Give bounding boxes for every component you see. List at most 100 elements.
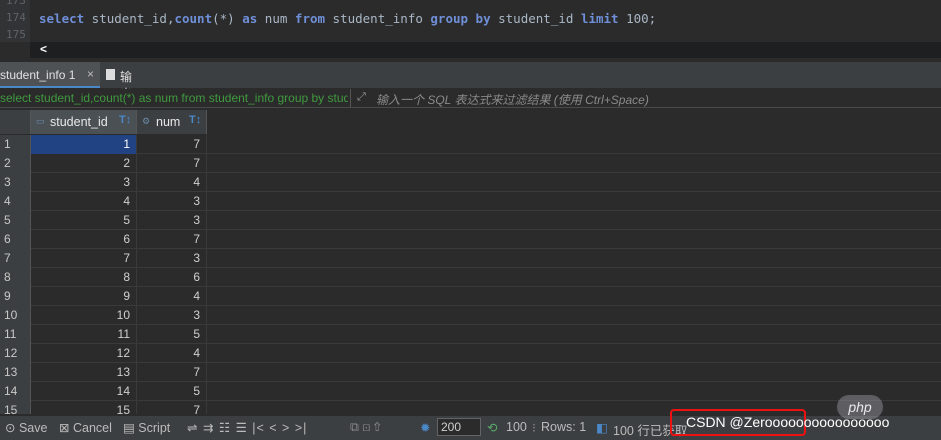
line-number: 175 [6, 28, 26, 41]
column-label: student_id [50, 115, 108, 129]
table-row[interactable]: 443 [0, 192, 941, 211]
row-number-header [0, 110, 31, 134]
row-number[interactable]: 3 [0, 173, 31, 192]
cell-student-id[interactable]: 7 [31, 249, 137, 268]
row-number[interactable]: 8 [0, 268, 31, 287]
cell-student-id[interactable]: 4 [31, 192, 137, 211]
cell-num[interactable]: 7 [137, 135, 207, 154]
table-row[interactable]: 886 [0, 268, 941, 287]
row-number[interactable]: 1 [0, 135, 31, 154]
cell-num[interactable]: 7 [137, 401, 207, 414]
cell-num[interactable]: 3 [137, 306, 207, 325]
divider: ⁝ [532, 421, 536, 435]
refresh-icon[interactable]: ⟲ [487, 420, 497, 435]
expand-icon[interactable]: ⤢ [357, 91, 366, 104]
row-number[interactable]: 12 [0, 344, 31, 363]
script-button[interactable]: ▤ Script [123, 420, 170, 435]
cell-student-id[interactable]: 6 [31, 230, 137, 249]
table-row[interactable]: 13 13 7 [0, 363, 941, 382]
cell-student-id[interactable]: 11 [31, 325, 137, 344]
horizontal-scrollbar[interactable]: < [30, 42, 941, 58]
row-number[interactable]: 11 [0, 325, 31, 344]
cell-num[interactable]: 3 [137, 249, 207, 268]
sort-icon[interactable]: T↕ [189, 114, 201, 126]
cancel-button[interactable]: ⊠ Cancel [59, 420, 112, 435]
divider [350, 89, 351, 107]
table-row[interactable]: 227 [0, 154, 941, 173]
cell-num[interactable]: 5 [137, 382, 207, 401]
line-number-gutter: 173 174 175 [0, 0, 30, 42]
table-row[interactable]: 994 [0, 287, 941, 306]
tab-student-info-1[interactable]: student_info 1 × [0, 62, 100, 88]
row-number[interactable]: 9 [0, 287, 31, 306]
table-row[interactable]: 12 12 4 [0, 344, 941, 363]
cell-student-id[interactable]: 9 [31, 287, 137, 306]
query-text: select student_id,count(*) as num from s… [0, 91, 348, 105]
scroll-left-button[interactable]: < [40, 42, 47, 56]
cell-student-id[interactable]: 12 [31, 344, 137, 363]
cell-student-id[interactable]: 5 [31, 211, 137, 230]
row-number[interactable]: 10 [0, 306, 31, 325]
cell-student-id[interactable]: 15 [31, 401, 137, 414]
column-header-student-id[interactable]: ▭ student_id T↕ [31, 110, 137, 134]
script-icon: ▤ [123, 421, 135, 435]
row-number[interactable]: 5 [0, 211, 31, 230]
cell-student-id[interactable]: 8 [31, 268, 137, 287]
table-row[interactable]: 117 [0, 135, 941, 154]
row-number[interactable]: 14 [0, 382, 31, 401]
cell-num[interactable]: 6 [137, 268, 207, 287]
row-number[interactable]: 6 [0, 230, 31, 249]
sort-icon[interactable]: T↕ [119, 114, 131, 126]
cell-num[interactable]: 5 [137, 325, 207, 344]
cell-num[interactable]: 7 [137, 230, 207, 249]
fetch-size-input[interactable]: 200 [437, 418, 481, 436]
cell-student-id[interactable]: 2 [31, 154, 137, 173]
table-row[interactable]: 14 14 5 [0, 382, 941, 401]
cell-num[interactable]: 4 [137, 344, 207, 363]
line-number: 173 [6, 0, 26, 7]
row-number[interactable]: 13 [0, 363, 31, 382]
table-row[interactable]: 773 [0, 249, 941, 268]
table-row[interactable]: 334 [0, 173, 941, 192]
column-header-num[interactable]: ⚙ num T↕ [137, 110, 207, 134]
table-row[interactable]: 667 [0, 230, 941, 249]
cell-student-id[interactable]: 13 [31, 363, 137, 382]
table-row[interactable]: 11 11 5 [0, 325, 941, 344]
fetched-count: 100 [506, 420, 527, 434]
filter-input[interactable]: 输入一个 SQL 表达式来过滤结果 (使用 Ctrl+Space) [376, 91, 649, 108]
row-number[interactable]: 2 [0, 154, 31, 173]
php-logo: php [837, 395, 883, 419]
cell-num[interactable]: 3 [137, 192, 207, 211]
cell-num[interactable]: 4 [137, 173, 207, 192]
row-number[interactable]: 7 [0, 249, 31, 268]
settings-icon[interactable]: ✹ [420, 420, 430, 435]
sql-editor[interactable]: 173 174 175 select student_id,count(*) a… [0, 0, 941, 42]
navigation-buttons[interactable]: ⇌ ⇉ ☷ ☰ |< < > >| [187, 420, 307, 435]
cell-student-id[interactable]: 14 [31, 382, 137, 401]
column-label: num [156, 115, 181, 129]
table-row[interactable]: 553 [0, 211, 941, 230]
info-icon: ◧ [596, 421, 608, 435]
panel-icons[interactable]: ⧉ ⊡ ⇧ [350, 420, 381, 435]
cell-num[interactable]: 7 [137, 363, 207, 382]
cancel-icon: ⊠ [59, 421, 70, 435]
cell-num[interactable]: 3 [137, 211, 207, 230]
row-number[interactable]: 4 [0, 192, 31, 211]
cell-num[interactable]: 4 [137, 287, 207, 306]
sql-statement[interactable]: select student_id,count(*) as num from s… [39, 11, 656, 26]
tab-label: student_info 1 [0, 68, 76, 82]
cell-student-id[interactable]: 3 [31, 173, 137, 192]
results-tab-bar: student_info 1 × 输出 [0, 62, 941, 101]
cell-student-id[interactable]: 1 [31, 135, 137, 154]
cell-student-id[interactable]: 10 [31, 306, 137, 325]
table-row[interactable]: 10 10 3 [0, 306, 941, 325]
filter-bar: select student_id,count(*) as num from s… [0, 89, 941, 108]
results-grid[interactable]: ▭ student_id T↕ ⚙ num T↕ 117227334443553… [0, 110, 941, 414]
row-number[interactable]: 15 [0, 401, 31, 414]
column-type-icon: ▭ [36, 116, 45, 126]
column-type-icon: ⚙ [142, 116, 151, 126]
save-icon: ⊙ [5, 421, 16, 435]
close-icon[interactable]: × [87, 67, 94, 81]
save-button[interactable]: ⊙ Save [5, 420, 47, 435]
cell-num[interactable]: 7 [137, 154, 207, 173]
